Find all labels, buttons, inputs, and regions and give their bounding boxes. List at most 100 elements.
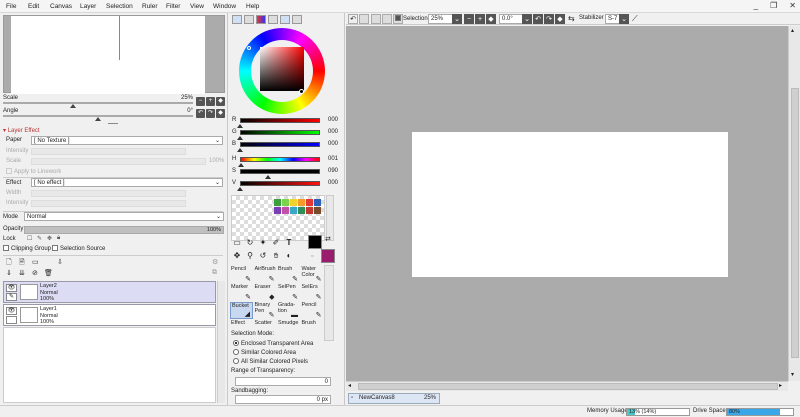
scroll-right-icon[interactable]: ▸ xyxy=(779,382,782,389)
hue-cursor[interactable] xyxy=(247,46,251,50)
panel-splitter[interactable] xyxy=(108,123,118,124)
navigator[interactable] xyxy=(3,15,225,94)
scroll-down-icon[interactable]: ▾ xyxy=(791,371,794,378)
color-swatch[interactable] xyxy=(298,199,305,206)
hsv-slider-mode-icon[interactable] xyxy=(256,15,266,24)
deselect-icon[interactable] xyxy=(371,14,381,24)
visibility-eye-icon[interactable]: 👁︎ xyxy=(6,307,17,315)
rotate-left-button[interactable]: ↶ xyxy=(196,109,205,118)
blue-slider[interactable]: B 000 xyxy=(232,141,338,153)
scroll-up-icon[interactable]: ▴ xyxy=(791,27,794,34)
tool-selpen[interactable]: SelPen ✎ xyxy=(277,284,300,301)
color-swatch[interactable] xyxy=(282,199,289,206)
layer-row[interactable]: 👁︎ ✎ Layer2 Normal 100% xyxy=(3,281,216,303)
tool-brush[interactable]: Brush xyxy=(301,320,324,337)
menu-filter[interactable]: Filter xyxy=(166,3,180,10)
canvas-paper[interactable] xyxy=(412,132,728,277)
sandbagging-input[interactable]: 0 px xyxy=(235,395,331,404)
angle-slider[interactable]: Angle 0° xyxy=(3,108,193,121)
restore-icon[interactable]: ❐ xyxy=(770,1,777,10)
zoom-out-button[interactable]: − xyxy=(196,97,205,106)
value-slider[interactable]: V 000 xyxy=(232,180,338,192)
blend-mode-select[interactable]: Normal ⌄ xyxy=(24,212,224,221)
green-slider[interactable]: G 000 xyxy=(232,129,338,141)
horizontal-scrollbar[interactable]: ◂ ▸ xyxy=(346,381,788,391)
selection-source-checkbox[interactable]: Selection Source xyxy=(52,245,105,252)
color-swatch[interactable] xyxy=(298,207,305,214)
color-wheel-mode-icon[interactable] xyxy=(232,15,242,24)
tool-bucket[interactable]: Bucket ◢ xyxy=(230,302,253,319)
hue-slider[interactable]: H 001 xyxy=(232,156,338,168)
rotate-reset-icon[interactable]: ◆ xyxy=(555,14,565,24)
color-swatch[interactable] xyxy=(314,207,321,214)
menu-layer[interactable]: Layer xyxy=(80,3,96,10)
redo-icon[interactable] xyxy=(359,14,369,24)
close-icon[interactable]: ✕ xyxy=(789,1,796,10)
lock-transparency-icon[interactable]: ☐ xyxy=(27,235,32,242)
tool-airbrush[interactable]: AirBrush ✎ xyxy=(254,266,277,283)
new-folder-icon[interactable]: ▭ xyxy=(32,258,39,266)
color-mixer-mode-icon[interactable] xyxy=(268,15,278,24)
magic-wand-icon[interactable]: ✦ xyxy=(258,238,268,248)
clipping-group-checkbox[interactable]: Clipping Group xyxy=(3,245,51,252)
range-transparency-input[interactable]: 0 xyxy=(235,377,331,386)
primary-color-swatch[interactable] xyxy=(308,235,322,249)
tool-binary-pen[interactable]: Binary Pen ✎ xyxy=(254,302,277,319)
zoom-dropdown-icon[interactable]: ⌄ xyxy=(452,14,462,24)
zoom-out-icon[interactable]: − xyxy=(464,14,474,24)
menu-selection[interactable]: Selection xyxy=(106,3,133,10)
color-swatch[interactable] xyxy=(282,207,289,214)
layer-move-icon[interactable]: ⇩ xyxy=(57,258,63,266)
tool-pencil[interactable]: Pencil ✎ xyxy=(301,302,324,319)
lock-paint-icon[interactable]: ✎ xyxy=(37,235,42,242)
color-swatch[interactable] xyxy=(274,199,281,206)
color-swatch[interactable] xyxy=(274,207,281,214)
zoom-icon[interactable]: ⚲ xyxy=(245,251,255,261)
clear-layer-icon[interactable]: ⊘ xyxy=(32,269,38,277)
lasso-icon[interactable]: ↻ xyxy=(245,238,255,248)
stabilizer-dropdown-icon[interactable]: ⌄ xyxy=(619,14,629,24)
secondary-color-swatch[interactable] xyxy=(321,249,335,263)
layer-list-scrollbar[interactable] xyxy=(217,281,225,403)
move-icon[interactable]: ✥ xyxy=(232,251,242,261)
radio-all-similar-pixels[interactable]: All Similar Colored Pixels xyxy=(233,358,308,365)
menu-view[interactable]: View xyxy=(190,3,204,10)
angle-select[interactable]: 0.0° xyxy=(499,14,524,24)
zoom-fit-icon[interactable]: ◆ xyxy=(486,14,496,24)
new-layer-icon[interactable]: 🗋︎ xyxy=(6,258,12,269)
new-linework-layer-icon[interactable]: 🗎︎ xyxy=(19,258,25,269)
tool-water-color[interactable]: Water Color ✎ xyxy=(301,266,324,283)
document-tab[interactable]: ▫ NewCanvas8 25% xyxy=(348,393,440,404)
tool-marker[interactable]: Marker ✎ xyxy=(230,284,253,301)
radio-enclosed-area[interactable]: Enclosed Transparent Area xyxy=(233,340,313,347)
menu-canvas[interactable]: Canvas xyxy=(50,3,72,10)
color-swatch[interactable] xyxy=(306,207,313,214)
horizontal-scroll-thumb[interactable] xyxy=(358,383,778,390)
vertical-scroll-thumb[interactable] xyxy=(791,88,799,358)
tool-scrollbar[interactable] xyxy=(324,265,334,341)
saturation-slider[interactable]: S 090 xyxy=(232,168,338,180)
color-picker-cursor[interactable] xyxy=(299,89,304,94)
tool-smudge[interactable]: Smudge xyxy=(277,320,300,337)
tool-pencil[interactable]: Pencil ✎ xyxy=(230,266,253,283)
layer-settings-icon[interactable]: ⚙︎ xyxy=(212,258,218,266)
text-tool-icon[interactable]: T xyxy=(284,238,294,248)
transparent-color-icon[interactable]: ▫ xyxy=(311,253,313,260)
saturation-value-square[interactable] xyxy=(260,47,304,91)
rotate-cw-icon[interactable]: ↷ xyxy=(544,14,554,24)
canvas-viewport[interactable] xyxy=(346,26,788,381)
scale-slider[interactable]: Scale 25% xyxy=(3,95,193,108)
red-slider[interactable]: R 000 xyxy=(232,117,338,129)
layer-effect-header[interactable]: ▾ Layer Effect xyxy=(3,127,40,134)
radio-similar-colored-area[interactable]: Similar Colored Area xyxy=(233,349,296,356)
selection-checkbox[interactable]: Selection xyxy=(395,15,428,22)
swap-colors-icon[interactable]: ⇄ xyxy=(325,235,331,243)
menu-ruler[interactable]: Ruler xyxy=(142,3,158,10)
menu-file[interactable]: File xyxy=(6,3,16,10)
lock-move-icon[interactable]: ✥ xyxy=(47,235,52,242)
menu-window[interactable]: Window xyxy=(213,3,236,10)
tool-brush[interactable]: Brush ✎ xyxy=(277,266,300,283)
color-swatch[interactable] xyxy=(306,199,313,206)
rectangle-select-icon[interactable]: ▭ xyxy=(232,238,242,248)
lock-all-icon[interactable]: 🔒︎ xyxy=(57,235,60,242)
